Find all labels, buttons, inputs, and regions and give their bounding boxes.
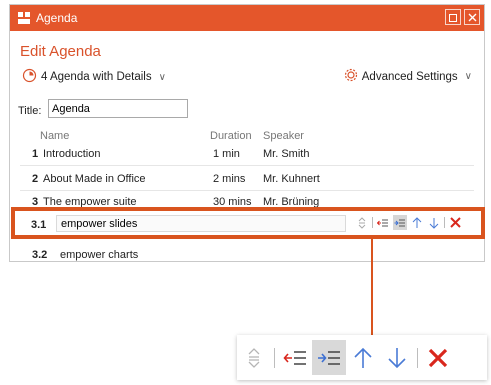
row-divider bbox=[20, 190, 474, 191]
agenda-template-icon bbox=[22, 68, 37, 86]
outdent-icon[interactable] bbox=[278, 340, 312, 375]
indent-icon[interactable] bbox=[393, 215, 407, 230]
row-toolbar bbox=[355, 215, 462, 230]
move-up-icon[interactable] bbox=[346, 340, 380, 375]
row-divider bbox=[20, 165, 474, 166]
toolbar-divider bbox=[274, 347, 275, 368]
toolbar-divider bbox=[444, 217, 445, 228]
row-speaker: Mr. Smith bbox=[263, 148, 310, 160]
drag-handle-icon[interactable] bbox=[237, 340, 271, 375]
row-number: 3.2 bbox=[32, 249, 48, 261]
title-bar: Agenda bbox=[10, 5, 484, 31]
move-up-icon[interactable] bbox=[410, 215, 424, 230]
row-number: 1 bbox=[32, 148, 39, 160]
move-down-icon[interactable] bbox=[427, 215, 441, 230]
selected-row-number: 3.1 bbox=[31, 219, 47, 231]
chevron-down-icon: ∨ bbox=[464, 71, 472, 82]
table-row[interactable]: 2 About Made in Office 2 mins Mr. Kuhner… bbox=[10, 173, 484, 195]
maximize-icon bbox=[449, 11, 457, 24]
table-row[interactable]: 3.2 empower charts bbox=[10, 249, 484, 261]
column-header-speaker: Speaker bbox=[263, 130, 304, 142]
template-label: 4 Agenda with Details bbox=[41, 71, 152, 83]
gear-icon bbox=[344, 68, 358, 85]
drag-handle-icon[interactable] bbox=[355, 215, 369, 230]
advanced-settings-label: Advanced Settings bbox=[361, 70, 458, 83]
row-name: About Made in Office bbox=[43, 173, 146, 185]
delete-icon[interactable] bbox=[421, 340, 455, 375]
chevron-down-icon: ∨ bbox=[158, 71, 166, 83]
row-number: 2 bbox=[32, 173, 39, 185]
callout-connector-line bbox=[371, 239, 373, 335]
column-header-name: Name bbox=[40, 130, 70, 142]
row-name: Introduction bbox=[43, 148, 101, 160]
close-button[interactable] bbox=[464, 9, 480, 25]
delete-icon[interactable] bbox=[448, 215, 462, 230]
row-duration: 2 mins bbox=[213, 173, 246, 185]
outdent-icon[interactable] bbox=[376, 215, 390, 230]
column-header-duration: Duration bbox=[210, 130, 252, 142]
indent-icon[interactable] bbox=[312, 340, 346, 375]
row-name: empower charts bbox=[60, 249, 139, 261]
selected-row-name-input[interactable] bbox=[56, 215, 346, 232]
move-down-icon[interactable] bbox=[380, 340, 414, 375]
table-row[interactable]: 1 Introduction 1 min Mr. Smith bbox=[10, 148, 484, 170]
edit-agenda-heading: Edit Agenda bbox=[20, 43, 101, 60]
title-input[interactable] bbox=[48, 99, 188, 118]
close-icon bbox=[468, 11, 477, 24]
maximize-button[interactable] bbox=[445, 9, 461, 25]
row-duration: 1 min bbox=[213, 148, 240, 160]
selected-row-highlight: 3.1 bbox=[11, 207, 485, 239]
row-speaker: Mr. Kuhnert bbox=[263, 173, 320, 185]
window-title: Agenda bbox=[36, 11, 78, 25]
toolbar-divider bbox=[372, 217, 373, 228]
template-dropdown[interactable]: 4 Agenda with Details ∨ bbox=[22, 68, 166, 86]
agenda-app-icon bbox=[17, 11, 31, 25]
toolbar-divider bbox=[417, 347, 418, 368]
title-field-label: Title: bbox=[18, 105, 42, 117]
advanced-settings-dropdown[interactable]: Advanced Settings ∨ bbox=[344, 68, 472, 85]
zoomed-row-toolbar bbox=[237, 335, 487, 380]
